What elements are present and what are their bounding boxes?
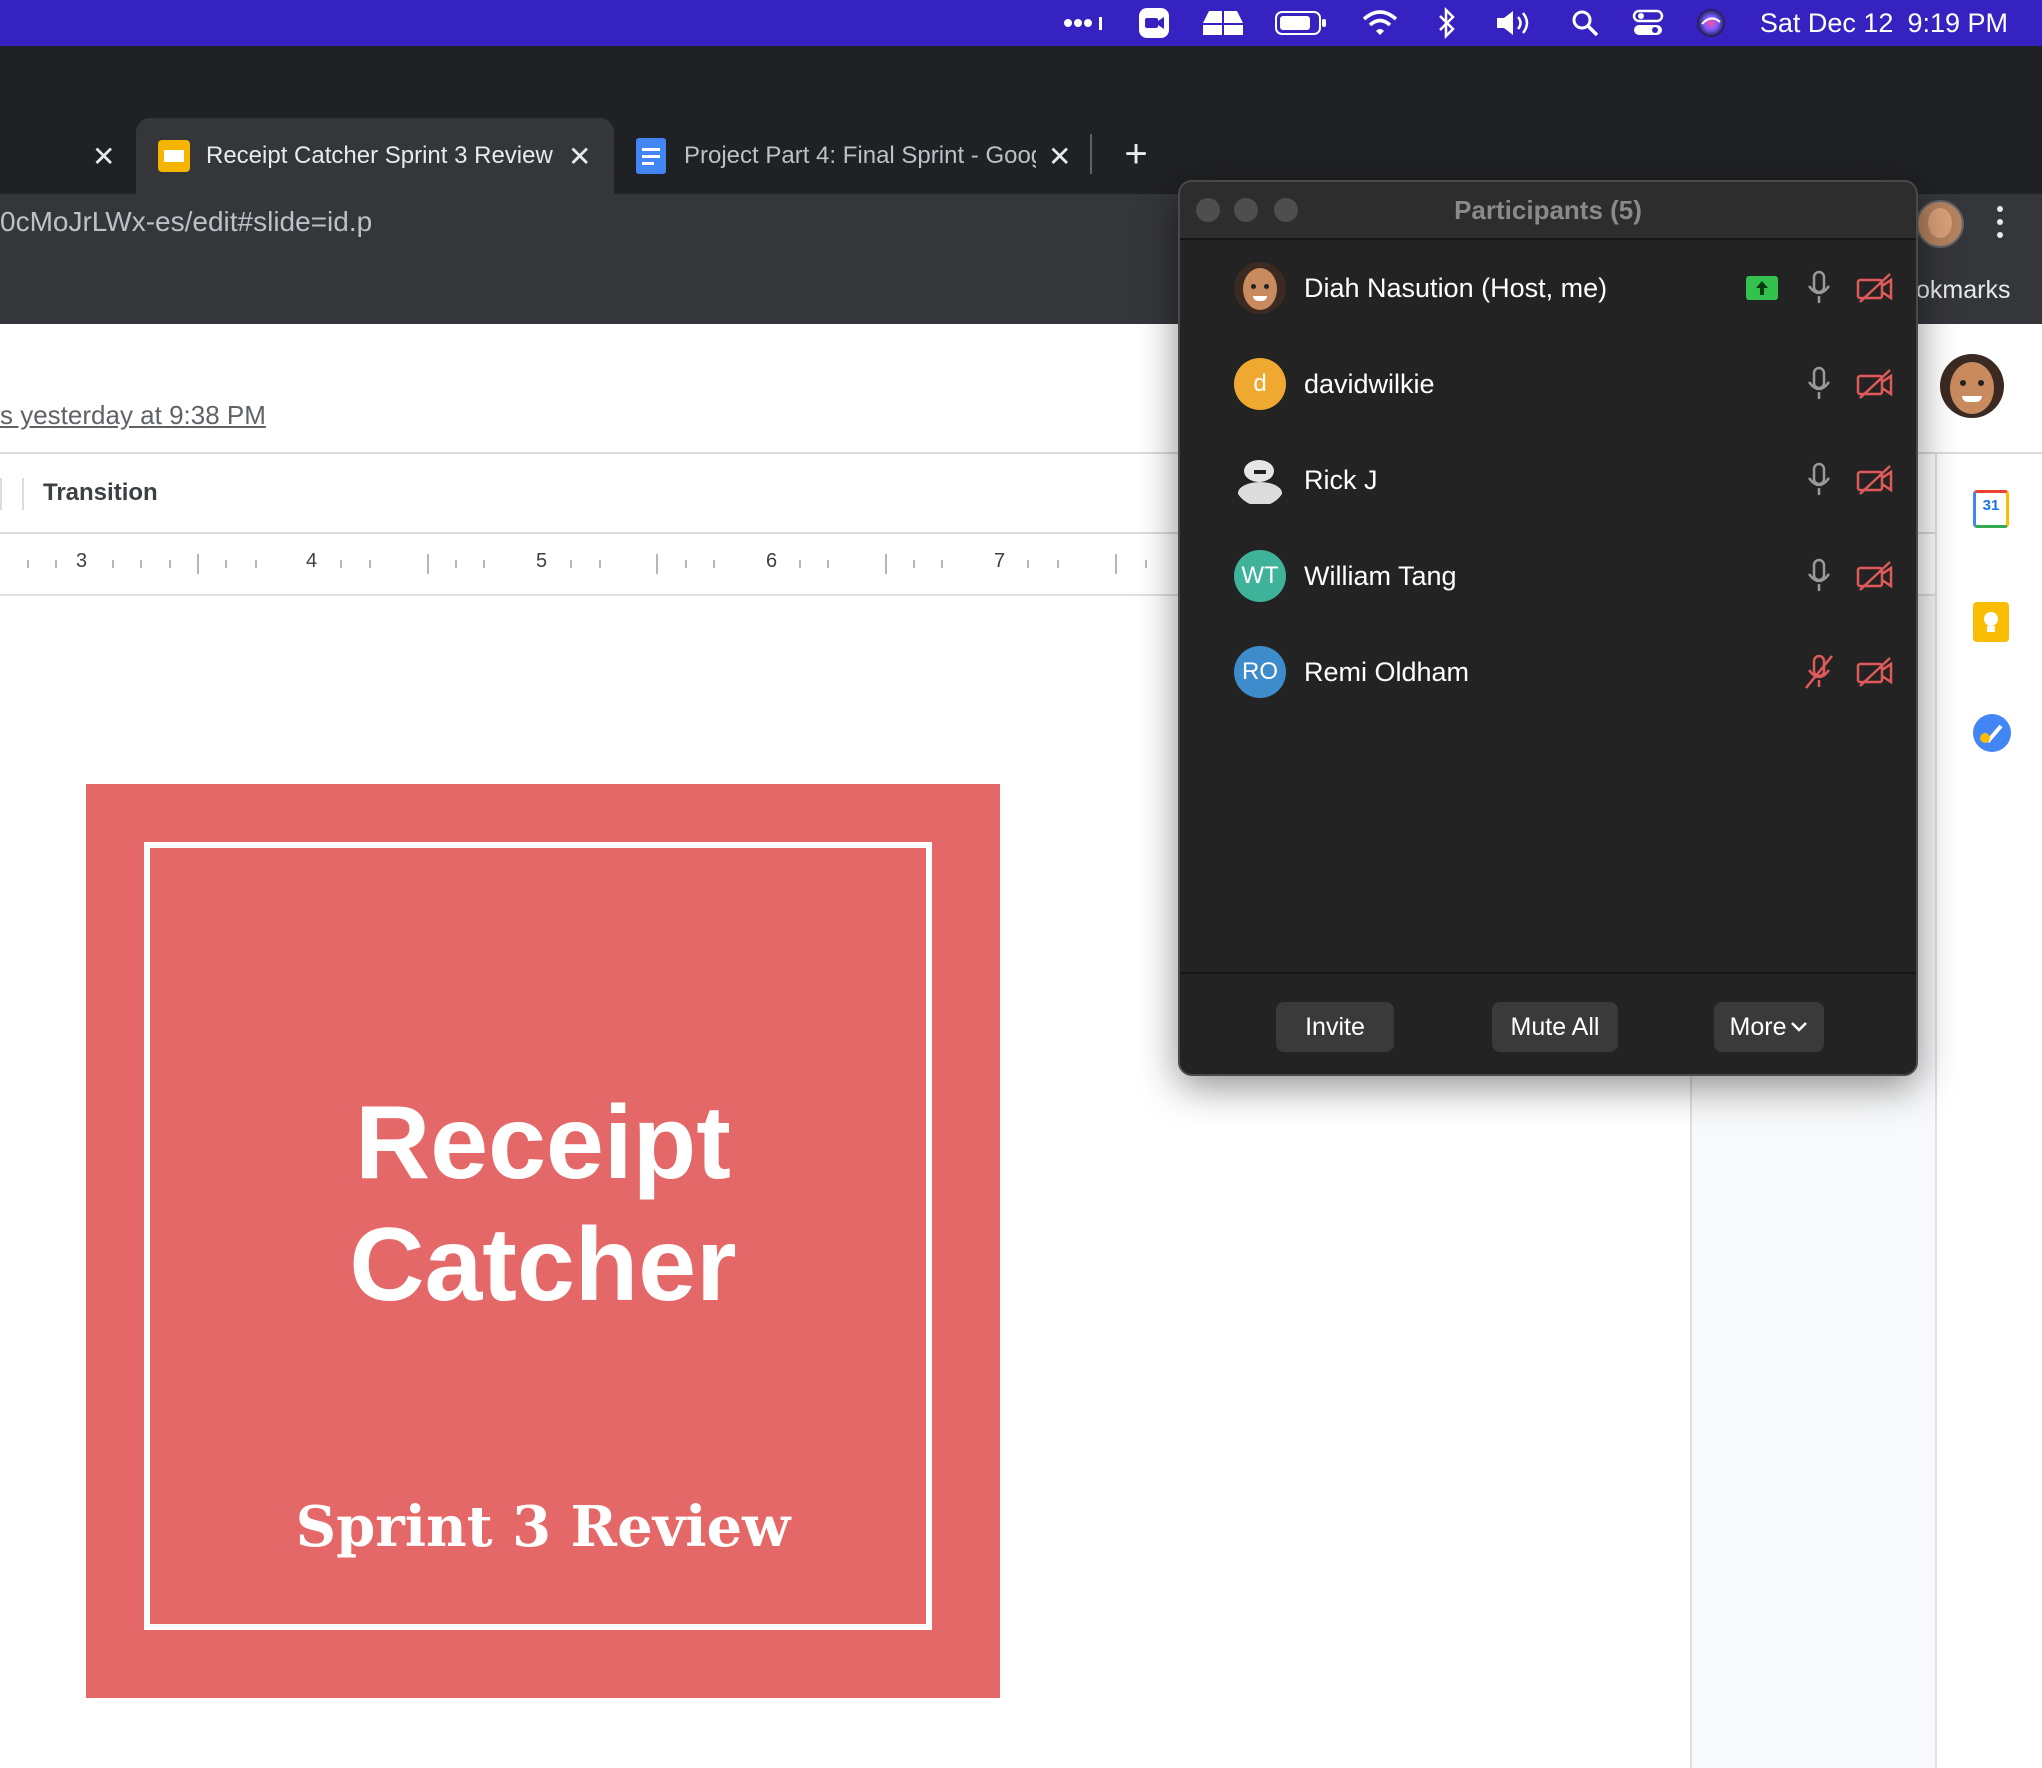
browser-title-area xyxy=(0,46,2042,102)
menubar-date: Sat Dec 12 xyxy=(1759,7,1894,38)
new-tab-icon[interactable]: + xyxy=(1118,132,1154,176)
participant-name: Rick J xyxy=(1304,465,1378,495)
display-icon[interactable] xyxy=(1200,0,1246,46)
zoom-icon[interactable] xyxy=(1136,0,1172,46)
close-icon[interactable]: ✕ xyxy=(568,140,591,173)
calendar-icon[interactable]: 31 xyxy=(1973,490,2009,528)
menu-bar: Sat Dec 12 9:19 PM xyxy=(0,0,2042,46)
slide-title-line: Receipt xyxy=(355,1085,731,1201)
last-edit-link[interactable]: s yesterday at 9:38 PM xyxy=(0,400,266,431)
slide-title-line: Catcher xyxy=(349,1207,737,1323)
participant-avatar: RO xyxy=(1234,646,1286,698)
profile-avatar[interactable] xyxy=(1916,200,1964,248)
participant-avatar: WT xyxy=(1234,550,1286,602)
tab-receipt-catcher[interactable]: Receipt Catcher Sprint 3 Review ✕ xyxy=(136,118,614,194)
participant-name: Diah Nasution (Host, me) xyxy=(1304,273,1608,303)
participant-row[interactable]: Diah Nasution (Host, me) xyxy=(1180,240,1916,336)
wifi-icon[interactable] xyxy=(1360,0,1400,46)
participant-avatar: d xyxy=(1234,358,1286,410)
participant-name: davidwilkie xyxy=(1304,369,1435,399)
volume-icon[interactable] xyxy=(1494,0,1538,46)
docs-icon xyxy=(636,138,666,174)
transition-button[interactable]: Transition xyxy=(43,454,158,532)
window-title: Participants (5) xyxy=(1454,195,1642,225)
bookmarks-label[interactable]: okmarks xyxy=(1916,250,2010,330)
battery-icon[interactable] xyxy=(1274,0,1328,46)
microphone-icon[interactable] xyxy=(1806,558,1832,594)
video-off-icon[interactable] xyxy=(1856,560,1894,592)
video-off-icon[interactable] xyxy=(1856,464,1894,496)
ruler-number: 7 xyxy=(994,550,1006,572)
participant-name: Remi Oldham xyxy=(1304,657,1470,687)
siri-icon[interactable] xyxy=(1694,0,1728,46)
invite-button[interactable]: Invite xyxy=(1276,1002,1394,1052)
participant-initials: d xyxy=(1253,370,1267,397)
slide-subtitle[interactable]: Sprint 3 Review xyxy=(86,1494,1000,1560)
control-center-icon[interactable] xyxy=(1630,0,1666,46)
chrome-menu-icon[interactable] xyxy=(1994,202,2006,242)
participant-row[interactable]: d davidwilkie xyxy=(1180,336,1916,432)
ruler-number: 4 xyxy=(306,550,318,572)
participant-name: William Tang xyxy=(1304,561,1457,591)
tasks-icon[interactable] xyxy=(1973,714,2011,752)
microphone-muted-icon[interactable] xyxy=(1802,654,1836,690)
menubar-clock[interactable]: Sat Dec 12 9:19 PM xyxy=(1760,0,2008,46)
video-off-icon[interactable] xyxy=(1856,656,1894,688)
more-button[interactable]: More xyxy=(1714,1002,1824,1052)
tab-project-part-4[interactable]: Project Part 4: Final Sprint - Google Do… xyxy=(620,118,1090,194)
ruler-number: 3 xyxy=(76,550,88,572)
tab-title: Receipt Catcher Sprint 3 Review xyxy=(206,142,553,169)
slides-icon xyxy=(158,140,190,172)
keep-icon[interactable] xyxy=(1973,602,2009,642)
tab-divider xyxy=(1090,134,1092,174)
close-icon[interactable]: ✕ xyxy=(92,140,115,173)
zoom-participants-window: Participants (5) Diah Nasution (Host, me… xyxy=(1178,180,1918,1076)
more-button-label: More xyxy=(1729,1012,1787,1041)
ruler-number: 5 xyxy=(536,550,548,572)
tab-previous[interactable]: ✕ xyxy=(0,118,130,194)
participant-row[interactable]: RO Remi Oldham xyxy=(1180,624,1916,720)
microphone-icon[interactable] xyxy=(1806,366,1832,402)
account-avatar[interactable] xyxy=(1940,354,2004,418)
participant-initials: WT xyxy=(1241,562,1279,589)
url-text: 0cMoJrLWx-es/edit#slide=id.p xyxy=(0,206,373,237)
share-screen-icon xyxy=(1746,276,1778,300)
mute-all-button[interactable]: Mute All xyxy=(1492,1002,1618,1052)
menubar-time: 9:19 PM xyxy=(1907,7,2008,38)
close-icon[interactable]: ✕ xyxy=(1048,140,1071,173)
side-panel: 31 xyxy=(1935,454,2042,1768)
tab-title: Project Part 4: Final Sprint - Google Do… xyxy=(684,142,1036,169)
participant-row[interactable]: Rick J xyxy=(1180,432,1916,528)
microphone-icon[interactable] xyxy=(1806,462,1832,498)
bluetooth-icon[interactable] xyxy=(1432,0,1462,46)
ruler-number: 6 xyxy=(766,550,778,572)
participant-initials: RO xyxy=(1242,658,1278,685)
video-off-icon[interactable] xyxy=(1856,272,1894,304)
participants-footer: Invite Mute All More xyxy=(1180,972,1916,1074)
slide-title[interactable]: Receipt Catcher xyxy=(86,1082,1000,1326)
more-dots-icon[interactable] xyxy=(1062,0,1108,46)
participant-row[interactable]: WT William Tang xyxy=(1180,528,1916,624)
microphone-icon[interactable] xyxy=(1806,270,1832,306)
chevron-down-icon xyxy=(1791,1022,1808,1032)
video-off-icon[interactable] xyxy=(1856,368,1894,400)
slide[interactable]: Receipt Catcher Sprint 3 Review xyxy=(86,784,1000,1698)
participant-avatar xyxy=(1234,262,1286,314)
calendar-day: 31 xyxy=(1982,497,2000,514)
window-titlebar: Participants (5) xyxy=(1180,182,1916,240)
participant-avatar xyxy=(1234,454,1286,506)
spotlight-search-icon[interactable] xyxy=(1568,0,1602,46)
